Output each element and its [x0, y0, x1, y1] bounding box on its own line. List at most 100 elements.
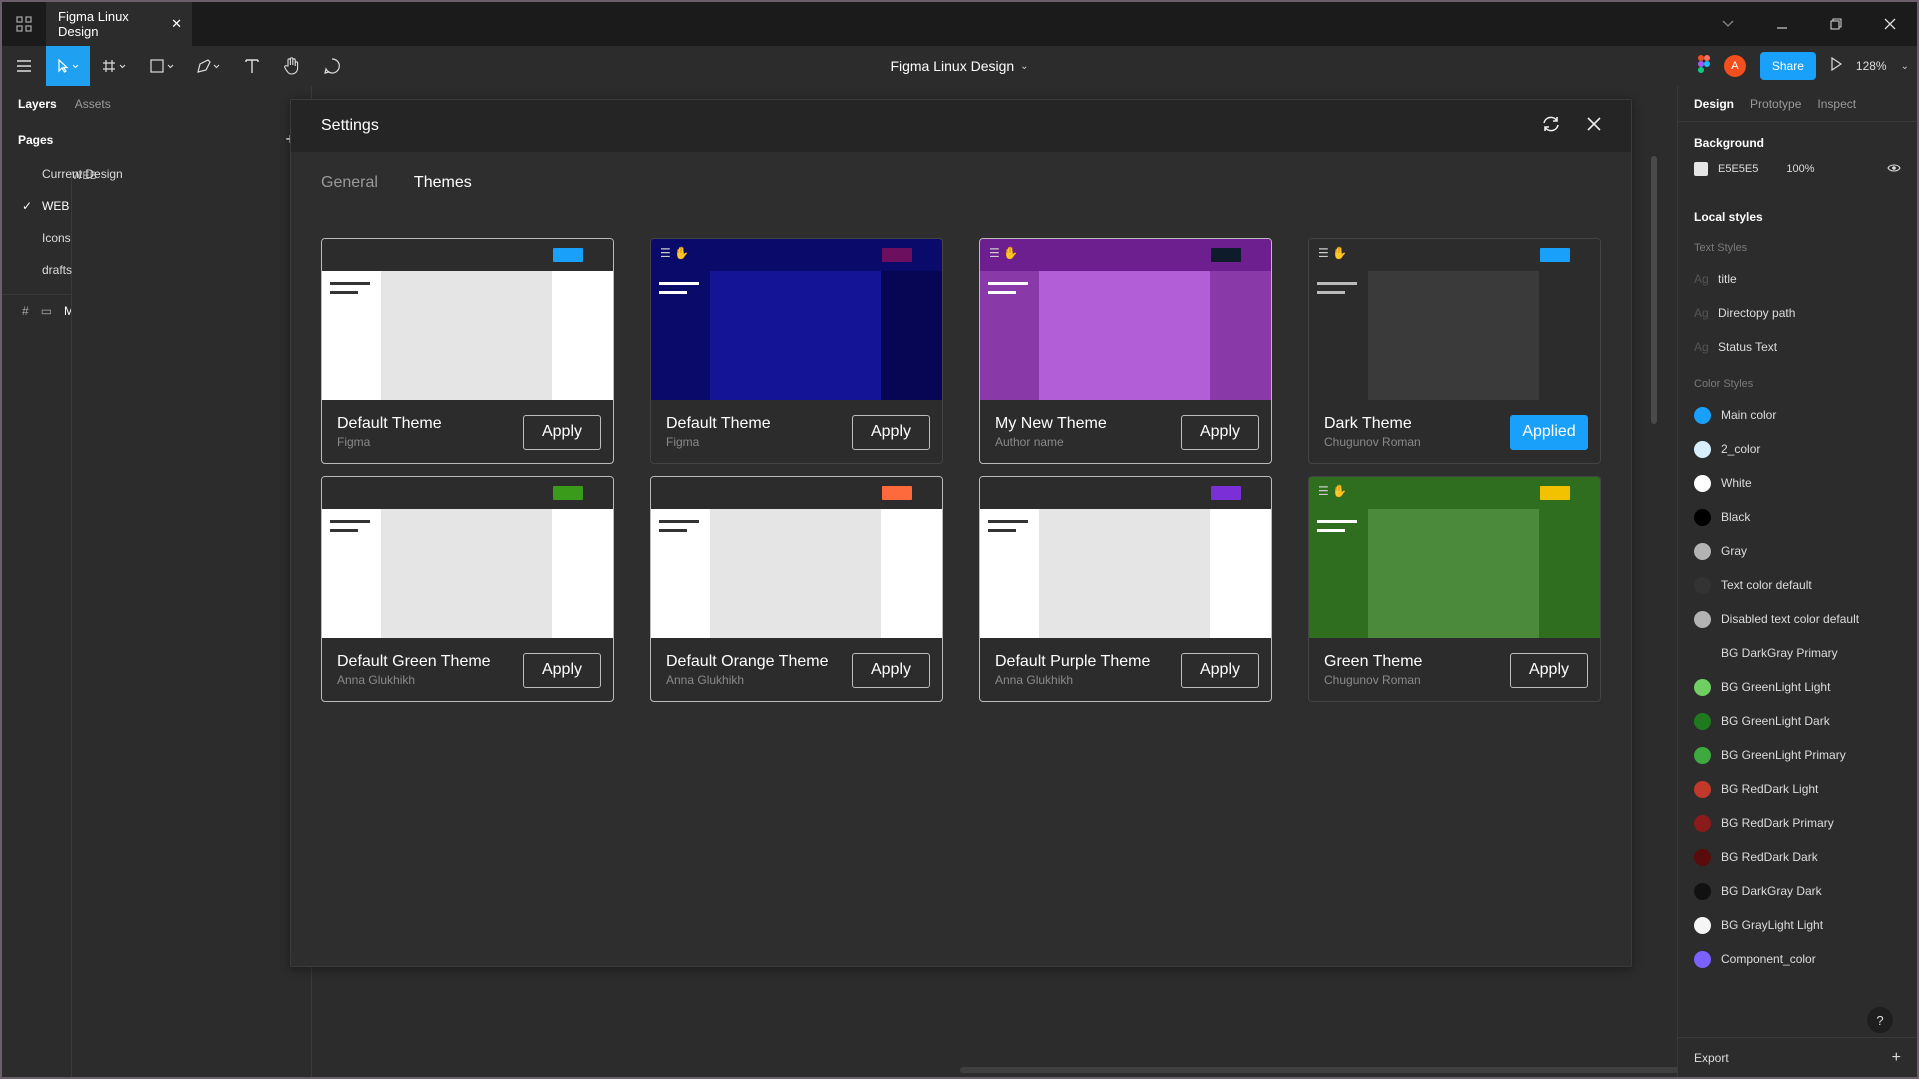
apply-button[interactable]: Apply — [1181, 652, 1259, 688]
background-opacity[interactable]: 100% — [1786, 163, 1814, 175]
background-hex[interactable]: E5E5E5 — [1718, 163, 1758, 175]
preview-text-line — [659, 291, 687, 294]
color-style-item[interactable]: BG GreenLight Dark — [1678, 704, 1917, 738]
theme-card-footer: Default Orange Theme Anna Glukhikh Apply — [651, 638, 942, 701]
close-tab-icon[interactable]: ✕ — [171, 16, 182, 32]
apply-button[interactable]: Apply — [523, 414, 601, 450]
color-style-item[interactable]: Text color default — [1678, 568, 1917, 602]
zoom-level[interactable]: 128% — [1856, 59, 1887, 73]
theme-info: Default Green Theme Anna Glukhikh — [337, 653, 491, 687]
app-grid-icon[interactable] — [2, 2, 46, 46]
preview-properties — [1210, 271, 1271, 400]
theme-card: ☰ ✋ Default Theme Figma Apply — [650, 238, 943, 464]
tab-title: Figma Linux Design — [58, 9, 129, 39]
theme-author: Figma — [337, 435, 371, 449]
eye-icon[interactable] — [1887, 163, 1901, 176]
color-style-item[interactable]: BG DarkGray Dark — [1678, 874, 1917, 908]
pen-tool-icon[interactable] — [186, 46, 232, 86]
comment-tool-icon[interactable] — [312, 46, 352, 86]
apply-button[interactable]: Apply — [1510, 652, 1588, 688]
color-style-item[interactable]: Main color — [1678, 398, 1917, 432]
page-item[interactable]: drafts — [2, 254, 311, 286]
add-export-icon[interactable]: + — [1892, 1049, 1901, 1067]
color-style-item[interactable]: BG GreenLight Primary — [1678, 738, 1917, 772]
background-swatch[interactable] — [1694, 162, 1708, 176]
help-button[interactable]: ? — [1867, 1007, 1893, 1033]
color-style-item[interactable]: BG GreenLight Light — [1678, 670, 1917, 704]
main-menu-icon[interactable] — [2, 46, 46, 86]
text-style-item[interactable]: Ag Directopy path — [1678, 296, 1917, 330]
preview-properties — [552, 271, 613, 400]
zoom-chevron-down-icon[interactable]: ⌄ — [1901, 61, 1909, 72]
color-style-item[interactable]: BG DarkGray Primary — [1678, 636, 1917, 670]
preview-properties — [1539, 271, 1600, 400]
document-tab[interactable]: Figma Linux Design ✕ — [46, 2, 192, 46]
horizontal-scrollbar[interactable] — [960, 1067, 1704, 1073]
apply-button[interactable]: Apply — [852, 652, 930, 688]
figma-logo-icon — [1697, 54, 1710, 78]
component-icon: ▭ — [40, 304, 53, 318]
tabs-dropdown-icon[interactable] — [1701, 2, 1755, 46]
current-page-label[interactable]: WEB — [71, 170, 311, 1077]
color-style-item[interactable]: BG RedDark Primary — [1678, 806, 1917, 840]
vertical-scrollbar[interactable] — [1651, 156, 1657, 424]
apply-button[interactable]: Apply — [1181, 414, 1259, 450]
tab-layers[interactable]: Layers — [18, 97, 57, 111]
theme-card-footer: Default Theme Figma Apply — [322, 400, 613, 463]
color-swatch — [1694, 678, 1711, 696]
tab-inspect[interactable]: Inspect — [1817, 97, 1856, 111]
close-icon[interactable] — [1587, 116, 1601, 136]
theme-card-footer: My New Theme Author name Apply — [980, 400, 1271, 463]
close-window-icon[interactable] — [1863, 2, 1917, 46]
text-style-item[interactable]: Ag Status Text — [1678, 330, 1917, 364]
theme-card-footer: Dark Theme Chugunov Roman Applied — [1309, 400, 1600, 463]
tab-general[interactable]: General — [321, 174, 378, 192]
color-style-item[interactable]: 2_color — [1678, 432, 1917, 466]
color-style-name: BG DarkGray Primary — [1721, 646, 1838, 660]
restore-icon[interactable] — [1809, 2, 1863, 46]
tab-prototype[interactable]: Prototype — [1750, 97, 1801, 111]
design-panel: Design Prototype Inspect Background E5E5… — [1677, 86, 1917, 1077]
preview-canvas — [1368, 509, 1539, 638]
user-avatar[interactable]: A — [1723, 55, 1746, 77]
tab-assets[interactable]: Assets — [75, 97, 111, 111]
color-style-item[interactable]: Gray — [1678, 534, 1917, 568]
theme-author: Author name — [995, 435, 1064, 449]
color-style-item[interactable]: Component_color — [1678, 942, 1917, 976]
minimize-icon[interactable] — [1755, 2, 1809, 46]
move-tool-button[interactable] — [46, 46, 90, 86]
page-item[interactable]: Current Design — [2, 158, 311, 190]
shape-tool-icon[interactable] — [140, 46, 186, 86]
page-item[interactable]: ✓ WEB — [2, 190, 311, 222]
color-swatch — [1694, 508, 1711, 526]
theme-name: Green Theme — [1324, 653, 1423, 670]
present-play-icon[interactable] — [1830, 56, 1842, 76]
apply-button[interactable]: Apply — [523, 652, 601, 688]
apply-button[interactable]: Apply — [852, 414, 930, 450]
export-title: Export — [1694, 1050, 1729, 1065]
color-style-name: White — [1721, 476, 1752, 490]
page-item[interactable]: Icons — [2, 222, 311, 254]
color-style-item[interactable]: BG RedDark Dark — [1678, 840, 1917, 874]
frame-tool-icon[interactable] — [90, 46, 140, 86]
color-style-item[interactable]: BG GrayLight Light — [1678, 908, 1917, 942]
theme-info: My New Theme Author name — [995, 415, 1107, 449]
color-style-item[interactable]: Disabled text color default — [1678, 602, 1917, 636]
themes-grid: Default Theme Figma Apply ☰ ✋ Default Theme F… — [321, 238, 1607, 702]
theme-card-footer: Default Purple Theme Anna Glukhikh Apply — [980, 638, 1271, 701]
applied-button[interactable]: Applied — [1510, 414, 1588, 450]
hand-tool-icon[interactable] — [272, 46, 312, 86]
document-title-menu[interactable]: Figma Linux Design ⌄ — [890, 58, 1028, 74]
refresh-icon[interactable] — [1541, 115, 1561, 138]
background-fill-row[interactable]: E5E5E5 100% — [1678, 158, 1917, 180]
text-style-item[interactable]: Ag title — [1678, 262, 1917, 296]
tab-design[interactable]: Design — [1694, 97, 1734, 111]
share-button[interactable]: Share — [1759, 52, 1816, 80]
theme-name: Default Orange Theme — [666, 653, 829, 670]
color-style-item[interactable]: Black — [1678, 500, 1917, 534]
tab-themes[interactable]: Themes — [414, 174, 472, 192]
color-style-item[interactable]: BG RedDark Light — [1678, 772, 1917, 806]
text-tool-icon[interactable] — [232, 46, 272, 86]
theme-card-footer: Default Green Theme Anna Glukhikh Apply — [322, 638, 613, 701]
color-style-item[interactable]: White — [1678, 466, 1917, 500]
